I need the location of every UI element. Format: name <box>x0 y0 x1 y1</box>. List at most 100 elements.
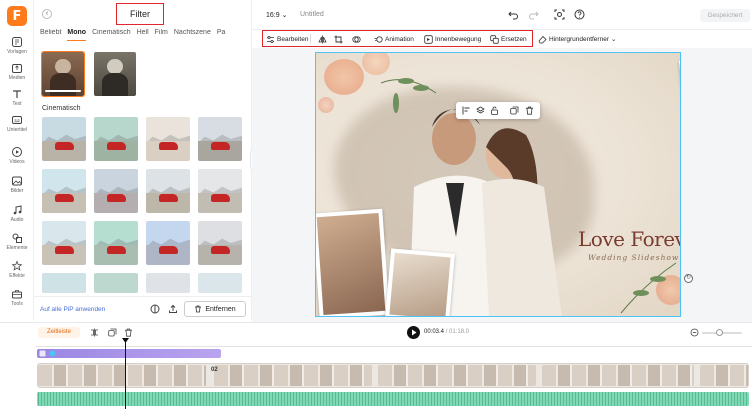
mono-filter-thumb-selected[interactable] <box>41 51 85 97</box>
mask-button[interactable] <box>352 34 361 44</box>
filter-thumb[interactable] <box>198 273 242 293</box>
left-nav-rail: F Vorlagen Medien Text Untertitel Videos… <box>0 0 34 320</box>
video-clip[interactable] <box>378 365 536 386</box>
duplicate-icon[interactable] <box>108 328 117 337</box>
timeline-header: Zeitleiste 00:03.4 / 01:18.0 <box>0 323 752 343</box>
rail-item-videos[interactable]: Videos <box>0 146 34 165</box>
filter-thumb[interactable] <box>42 117 86 161</box>
lock-icon[interactable] <box>490 106 499 115</box>
filter-thumb[interactable] <box>146 169 190 213</box>
edit-button[interactable]: Bearbeiten <box>266 34 308 44</box>
zoom-slider-thumb[interactable] <box>716 329 723 336</box>
tab-hell[interactable]: Hell <box>137 29 149 41</box>
zoom-slider[interactable] <box>702 329 742 336</box>
filter-thumb[interactable] <box>146 117 190 161</box>
flip-button[interactable] <box>318 34 327 44</box>
apply-to-all-pip-link[interactable]: Auf alle PiP anwenden <box>40 306 105 313</box>
filter-thumb[interactable] <box>42 273 86 293</box>
rail-item-effekte[interactable]: Effekte <box>0 260 34 279</box>
tab-film[interactable]: Film <box>155 29 168 41</box>
image-icon <box>39 350 46 357</box>
share-icon[interactable] <box>168 304 178 314</box>
animation-button[interactable]: Animation <box>374 34 414 44</box>
filter-thumb[interactable] <box>146 221 190 265</box>
rail-item-text[interactable]: Text <box>0 88 34 107</box>
split-icon[interactable] <box>90 328 99 337</box>
filter-tabs: Beliebt Mono Cinematisch Hell Film Nacht… <box>40 29 250 41</box>
document-title[interactable]: Untitled <box>300 11 324 18</box>
video-clip[interactable] <box>542 365 694 386</box>
zoom-out-icon[interactable] <box>690 328 699 337</box>
rail-label: Tools <box>11 301 23 307</box>
tab-mono[interactable]: Mono <box>67 29 87 41</box>
compare-icon[interactable] <box>150 304 160 314</box>
tab-nachtszene[interactable]: Nachtszene <box>174 29 211 41</box>
timeline-panel: Zeitleiste 00:03.4 / 01:18.0 02 <box>0 322 752 409</box>
replace-button[interactable]: Ersetzen <box>490 34 527 44</box>
video-clip[interactable] <box>700 365 748 386</box>
title-text[interactable]: Love Forever <box>578 227 680 251</box>
timeline-toggle-button[interactable]: Zeitleiste <box>38 327 80 338</box>
rail-label: Medien <box>8 75 26 81</box>
text-icon <box>13 90 21 98</box>
video-canvas[interactable]: Love Forever Wedding Slideshow <box>315 52 681 317</box>
screen-capture-icon[interactable] <box>554 9 565 20</box>
playhead[interactable] <box>125 340 126 409</box>
filter-thumb[interactable] <box>94 273 138 293</box>
filter-thumb[interactable] <box>198 221 242 265</box>
video-clip[interactable] <box>38 365 206 386</box>
rail-item-untertitel[interactable]: Untertitel <box>0 114 34 133</box>
filter-thumb[interactable] <box>42 169 86 213</box>
portrait-face <box>107 58 123 74</box>
chevron-down-icon: ⌄ <box>610 36 617 43</box>
filter-thumb[interactable] <box>198 117 242 161</box>
app-logo[interactable]: F <box>7 6 27 26</box>
crop-button[interactable] <box>334 34 343 44</box>
redo-icon[interactable] <box>528 9 539 20</box>
aspect-ratio-dropdown[interactable]: 16:9 ⌄ <box>266 11 287 19</box>
filter-thumb[interactable] <box>198 169 242 213</box>
portrait-body <box>49 73 77 96</box>
inner-motion-button[interactable]: Innenbewegung <box>424 34 481 44</box>
rail-item-vorlagen[interactable]: Vorlagen <box>0 36 34 55</box>
filter-thumb[interactable] <box>94 169 138 213</box>
timeline-label: Zeitleiste <box>46 329 71 335</box>
back-button[interactable]: ‹ <box>42 9 52 19</box>
rail-item-elemente[interactable]: Elemente <box>0 232 34 251</box>
trash-icon[interactable] <box>124 328 133 337</box>
video-clip[interactable] <box>214 365 372 386</box>
rotate-handle-icon[interactable]: ↻ <box>684 274 693 283</box>
filter-thumb[interactable] <box>94 221 138 265</box>
remove-filter-button[interactable]: Entfernen <box>184 301 246 317</box>
rail-label: Untertitel <box>6 127 27 133</box>
rail-label: Vorlagen <box>7 49 27 55</box>
rail-item-bilder[interactable]: Bilder <box>0 175 34 194</box>
rail-item-medien[interactable]: Medien <box>0 62 34 81</box>
aspect-ratio-value: 16:9 <box>266 12 280 19</box>
section-title-cinematisch: Cinematisch <box>42 105 81 112</box>
rail-item-tools[interactable]: Tools <box>0 288 34 307</box>
undo-icon[interactable] <box>508 9 519 20</box>
eraser-icon <box>538 35 547 43</box>
filter-thumb[interactable] <box>94 117 138 161</box>
tab-beliebt[interactable]: Beliebt <box>40 29 61 41</box>
play-button[interactable] <box>407 326 420 339</box>
filter-thumb[interactable] <box>42 221 86 265</box>
tab-pa[interactable]: Pa <box>217 29 226 41</box>
trash-icon[interactable] <box>525 106 534 115</box>
duplicate-icon[interactable] <box>510 106 519 115</box>
background-remover-button[interactable]: Hintergrundentferner ⌄ <box>538 34 616 44</box>
photo-frame-image <box>389 252 451 316</box>
layers-icon[interactable] <box>476 106 485 115</box>
filter-thumb[interactable] <box>146 273 190 293</box>
align-icon[interactable] <box>462 106 471 115</box>
subtitle-text[interactable]: Wedding Slideshow <box>588 253 679 262</box>
audio-track-clip[interactable] <box>37 392 749 406</box>
mono-filter-thumb[interactable] <box>94 52 136 96</box>
help-icon[interactable] <box>574 9 585 20</box>
rail-label: Videos <box>9 159 25 165</box>
tab-cinematisch[interactable]: Cinematisch <box>92 29 131 41</box>
rail-item-audio[interactable]: Audio <box>0 204 34 223</box>
saved-status-button[interactable]: Gespeichert <box>700 9 750 22</box>
pip-track-clip[interactable] <box>37 349 221 358</box>
